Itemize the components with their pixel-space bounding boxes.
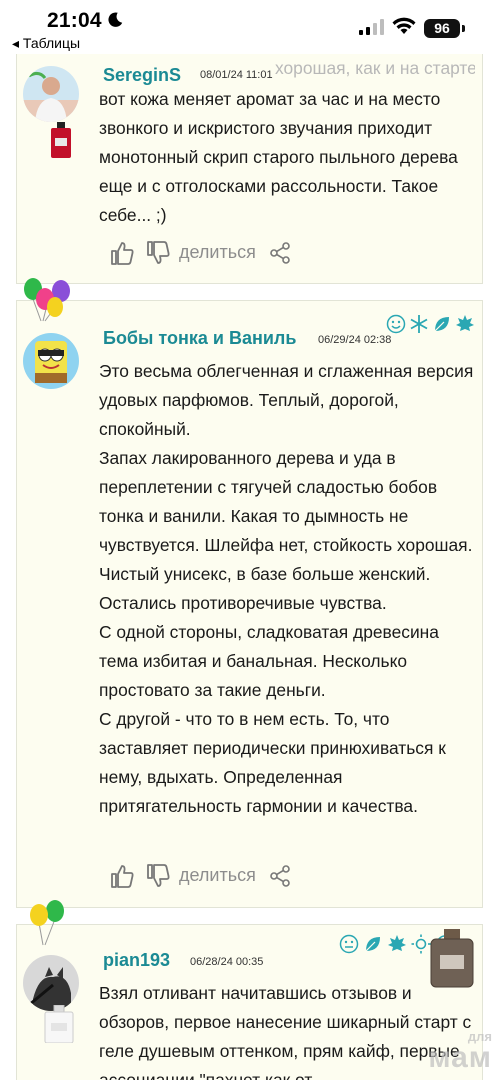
review-author[interactable]: SereginS — [103, 65, 181, 86]
review-paragraph: Это весьма облегченная и сглаженная верс… — [99, 361, 474, 439]
status-time: 21:04 — [47, 9, 102, 32]
review-text: вот кожа меняет аромат за час и на место… — [99, 85, 474, 230]
snowflake-icon — [410, 315, 428, 333]
rating-icons — [386, 314, 478, 336]
share-button[interactable]: делиться — [179, 865, 256, 886]
neutral-face-icon — [339, 934, 359, 954]
avatar[interactable] — [23, 955, 79, 1011]
review-actions: делиться — [109, 240, 329, 270]
status-bar: 21:04 ◂ Таблицы 96 — [0, 0, 499, 54]
review-date: 06/28/24 00:35 — [190, 956, 264, 968]
avatar[interactable] — [23, 333, 79, 389]
review-text-fragment: хорошая, как и на старте много часов. А — [275, 58, 475, 78]
avatar[interactable] — [23, 66, 79, 122]
review-card: SereginS 08/01/24 11:01 хорошая, как и н… — [16, 40, 483, 284]
battery-tip — [462, 25, 465, 32]
cellular-signal-icon — [359, 19, 384, 35]
share-icon[interactable] — [269, 865, 291, 887]
share-icon[interactable] — [269, 242, 291, 264]
back-to-tables-link[interactable]: ◂ Таблицы — [12, 35, 80, 52]
thumbs-down-icon[interactable] — [145, 240, 171, 266]
balloons-icon — [30, 900, 64, 946]
watermark: для мам — [412, 1030, 492, 1073]
balloons-icon — [24, 278, 70, 322]
sponge-avatar-icon — [23, 333, 79, 389]
thumbs-up-icon[interactable] — [109, 240, 135, 266]
review-paragraph: С другой - что то в нем есть. То, что за… — [99, 709, 446, 816]
maple-leaf-icon — [388, 935, 406, 951]
wifi-icon — [392, 17, 416, 34]
review-actions: делиться — [109, 863, 329, 893]
share-button[interactable]: делиться — [179, 242, 256, 263]
smile-icon — [386, 314, 406, 334]
maple-leaf-icon — [456, 315, 474, 331]
user-photo-icon — [23, 66, 79, 122]
review-author[interactable]: pian193 — [103, 950, 170, 971]
moon-icon — [108, 12, 123, 27]
review-paragraph: С одной стороны, сладковатая древесина т… — [99, 622, 439, 700]
thumbs-up-icon[interactable] — [109, 863, 135, 889]
leaf-icon — [434, 317, 449, 332]
review-card: Бобы тонка и Ваниль 06/29/24 02:38 Это в… — [16, 278, 483, 908]
review-date: 06/29/24 02:38 — [318, 334, 392, 346]
perfume-bottle-icon — [51, 122, 71, 158]
cat-avatar-icon — [23, 955, 79, 1011]
review-date: 08/01/24 11:01 — [200, 69, 273, 81]
leaf-icon — [365, 937, 380, 952]
thumbs-down-icon[interactable] — [145, 863, 171, 889]
review-paragraph: Остались противоречивые чувства. — [99, 593, 387, 613]
review-author[interactable]: Бобы тонка и Ваниль — [103, 328, 296, 349]
review-text: Это весьма облегченная и сглаженная верс… — [99, 357, 474, 821]
perfume-bottle-icon — [44, 1005, 74, 1043]
battery-level: 96 — [424, 19, 460, 38]
review-paragraph: вот кожа меняет аромат за час и на место… — [99, 89, 458, 225]
watermark-bottom: мам — [428, 1041, 492, 1074]
review-paragraph: Запах лакированного дерева и уда в переп… — [99, 448, 473, 584]
